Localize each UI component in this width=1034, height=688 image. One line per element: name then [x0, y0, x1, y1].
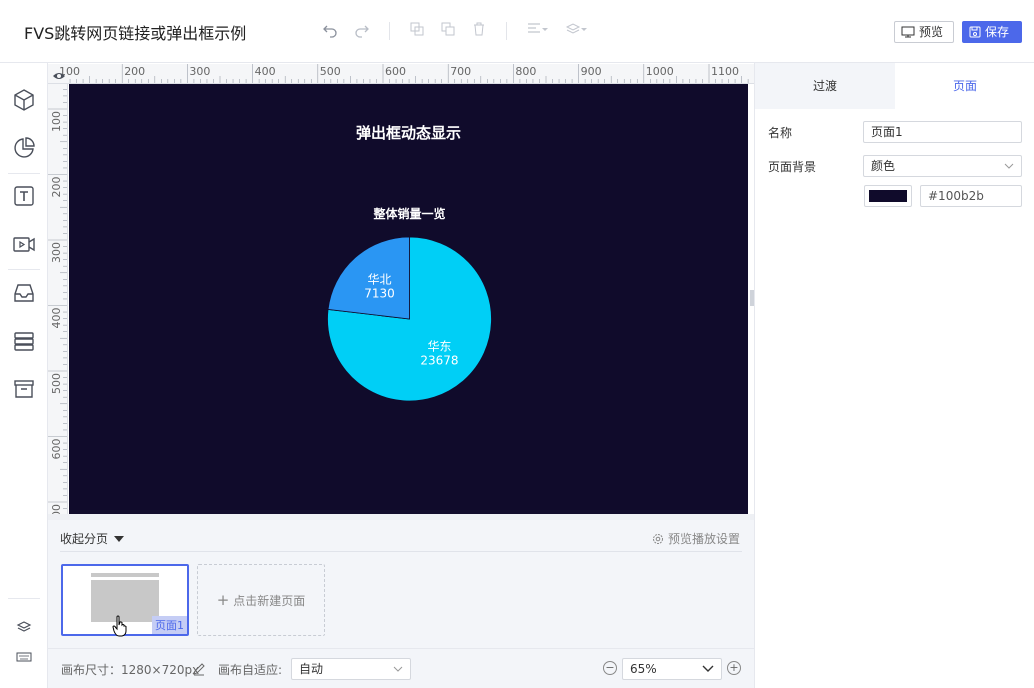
align-icon[interactable]: [526, 22, 550, 40]
properties-panel: 过渡 页面 名称 页面1 页面背景 颜色 #100b2b: [754, 63, 1034, 688]
ruler-label: 600: [50, 439, 63, 460]
header-bar: FVS跳转网页链接或弹出框示例 预览 保存: [0, 0, 1034, 63]
pages-header: 收起分页 预览播放设置: [60, 528, 742, 552]
chevron-down-icon: [1003, 156, 1015, 182]
ruler-label: 1000: [646, 65, 674, 78]
ruler-label: 500: [320, 65, 341, 78]
inbox-icon[interactable]: [12, 281, 36, 305]
save-icon: [969, 26, 981, 38]
background-type-value: 颜色: [871, 159, 896, 173]
redo-icon[interactable]: [353, 22, 371, 40]
ruler-label: 700: [50, 504, 63, 514]
auto-fit-label: 画布自适应:: [218, 663, 283, 677]
ruler-label: 400: [50, 308, 63, 329]
bottom-toolbar: 画布尺寸：1280×720px 画布自适应: 自动 − 65% +: [48, 648, 754, 688]
preview-button-label: 预览: [919, 25, 944, 39]
video-icon[interactable]: [12, 232, 36, 256]
color-swatch: [869, 190, 907, 202]
slice-value-label: 7130: [364, 286, 395, 300]
ruler-label: 500: [50, 373, 63, 394]
zoom-select[interactable]: 65%: [622, 658, 722, 680]
name-label: 名称: [768, 126, 793, 140]
hand-cursor-icon: [112, 615, 128, 637]
edit-icon[interactable]: [192, 661, 206, 676]
preview-settings-label: 预览播放设置: [667, 532, 740, 546]
caret-down-icon: [114, 535, 125, 542]
copy-icon[interactable]: [408, 22, 426, 40]
collapse-pages-toggle[interactable]: 收起分页: [60, 530, 125, 547]
slice-label: 华北: [368, 272, 392, 286]
gear-icon: [652, 533, 663, 544]
eye-icon[interactable]: [52, 67, 66, 79]
ruler-label: 700: [450, 65, 471, 78]
background-label: 页面背景: [768, 160, 817, 174]
pages-panel: 收起分页 预览播放设置 页面1 + 点击新建页面: [48, 520, 754, 648]
page-thumbnail-label: 页面1: [152, 616, 187, 634]
app-window: FVS跳转网页链接或弹出框示例 预览 保存 100 200 300 400 50…: [0, 0, 1034, 688]
ruler-label: 1100: [711, 65, 739, 78]
paste-icon[interactable]: [439, 22, 457, 40]
monitor-icon: [901, 26, 915, 38]
pie-chart[interactable]: 整体销量一览华东23678 华北7130: [69, 84, 748, 514]
preview-settings-button[interactable]: 预览播放设置: [652, 530, 740, 547]
cube-icon[interactable]: [12, 88, 36, 112]
plus-icon: +: [216, 591, 230, 609]
toolbar-divider: [389, 22, 390, 40]
tab-page[interactable]: 页面: [895, 63, 1034, 109]
ruler-horizontal: 100 200 300 400 500 600 700 800 900 1000 1100: [48, 64, 754, 84]
color-swatch-button[interactable]: [864, 185, 912, 207]
slice-value-label: 23678: [420, 354, 458, 368]
pie-chart-icon[interactable]: [12, 136, 36, 160]
database-icon[interactable]: [12, 329, 36, 353]
canvas-size-label: 画布尺寸：1280×720px: [61, 663, 200, 677]
slice-label: 华东: [427, 340, 451, 354]
preview-button[interactable]: 预览: [894, 21, 954, 43]
chevron-down-icon: [701, 659, 715, 687]
ruler-label: 400: [255, 65, 276, 78]
ruler-label: 100: [50, 111, 63, 132]
properties-tabs: 过渡 页面: [755, 63, 1034, 109]
ruler-label: 300: [189, 65, 210, 78]
sidebar-divider: [8, 269, 40, 270]
keyboard-icon[interactable]: [16, 648, 32, 662]
delete-icon[interactable]: [470, 22, 488, 40]
auto-fit-select[interactable]: 自动: [291, 658, 411, 680]
thumbnail-header-bar: [91, 573, 159, 577]
ruler-label: 600: [385, 65, 406, 78]
tab-transition[interactable]: 过渡: [755, 63, 895, 109]
background-type-select[interactable]: 颜色: [863, 155, 1022, 177]
component-sidebar: [0, 63, 48, 688]
page-title: FVS跳转网页链接或弹出框示例: [24, 24, 247, 43]
ruler-vertical: 100 200 300 400 500 600 700: [48, 84, 68, 514]
collapse-pages-label: 收起分页: [60, 532, 109, 546]
ruler-label: 200: [124, 65, 145, 78]
ruler-label: 800: [515, 65, 536, 78]
color-hex-input[interactable]: #100b2b: [920, 185, 1022, 207]
save-button[interactable]: 保存: [962, 21, 1022, 43]
ruler-label: 300: [50, 242, 63, 263]
sidebar-divider: [8, 598, 40, 599]
zoom-value: 65%: [630, 662, 657, 676]
auto-fit-value: 自动: [299, 662, 324, 676]
sidebar-divider: [8, 173, 40, 174]
toolbar-divider: [506, 22, 507, 40]
chevron-down-icon: [392, 659, 404, 687]
new-page-button[interactable]: + 点击新建页面: [197, 564, 325, 636]
chart-title: 整体销量一览: [372, 206, 445, 221]
zoom-out-icon[interactable]: −: [603, 661, 617, 675]
ruler-label: 900: [581, 65, 602, 78]
new-page-label: 点击新建页面: [233, 593, 306, 608]
layers-icon[interactable]: [16, 619, 32, 635]
text-icon[interactable]: [12, 184, 36, 208]
page-name-input[interactable]: 页面1: [863, 121, 1022, 143]
save-button-label: 保存: [985, 25, 1010, 39]
layer-icon[interactable]: [565, 22, 589, 40]
archive-icon[interactable]: [12, 377, 36, 401]
ruler-label: 200: [50, 177, 63, 198]
undo-icon[interactable]: [321, 22, 339, 40]
design-canvas[interactable]: 弹出框动态显示 整体销量一览 华东 23678 华北 7130: [69, 84, 748, 514]
zoom-in-icon[interactable]: +: [727, 661, 741, 675]
